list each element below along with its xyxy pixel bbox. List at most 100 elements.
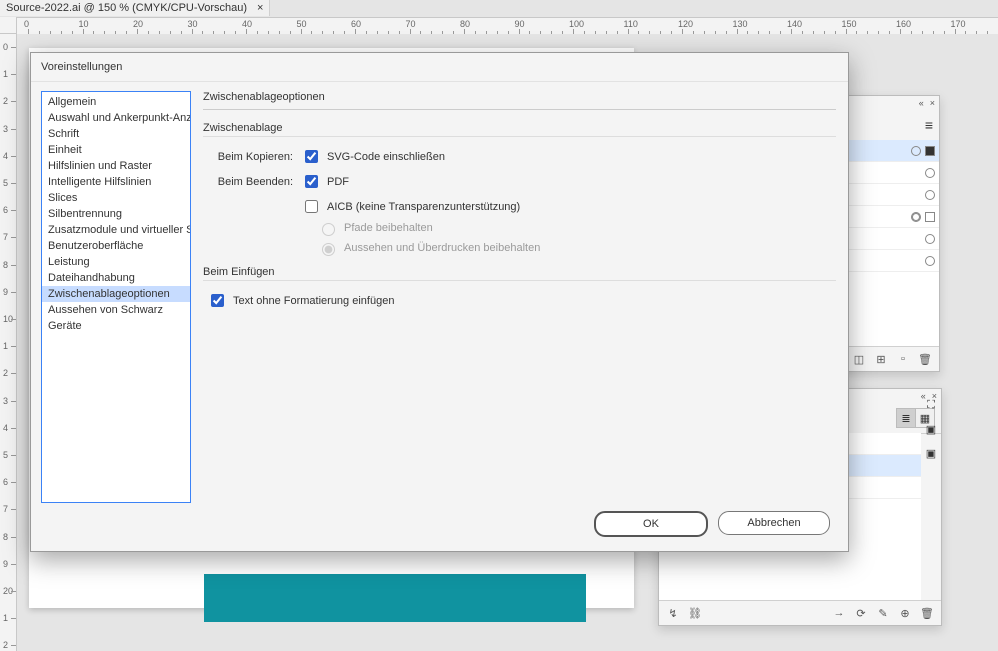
svg-code-checkbox[interactable]: SVG-Code einschließen (301, 147, 445, 166)
new-sublayer-icon[interactable]: ⊞ (875, 353, 887, 365)
ok-button[interactable]: OK (594, 511, 708, 537)
category-item[interactable]: Geräte (42, 318, 190, 334)
document-tab-title: Source-2022.ai @ 150 % (CMYK/CPU-Vorscha… (6, 0, 247, 16)
ruler-number: 160 (896, 19, 911, 29)
svg-code-checkbox-label: SVG-Code einschließen (327, 151, 445, 163)
category-list[interactable]: AllgemeinAuswahl und Ankerpunkt-AnzeigeS… (41, 91, 191, 503)
pdf-checkbox-input[interactable] (305, 175, 318, 188)
svg-code-checkbox-input[interactable] (305, 150, 318, 163)
go-to-link-icon[interactable]: → (833, 607, 845, 619)
paste-plain-checkbox-input[interactable] (211, 294, 224, 307)
document-tab[interactable]: Source-2022.ai @ 150 % (CMYK/CPU-Vorscha… (0, 0, 270, 16)
ruler-number: 120 (678, 19, 693, 29)
ruler-number: 170 (951, 19, 966, 29)
ruler-number: 1 (3, 69, 8, 79)
ruler-number: 50 (297, 19, 307, 29)
horizontal-ruler[interactable]: 0102030405060708090100110120130140150160… (16, 17, 998, 35)
trash-icon[interactable]: 🗑 (921, 607, 933, 619)
image-icon[interactable]: ▣ (925, 447, 937, 459)
make-clip-icon[interactable]: ◫ (853, 353, 865, 365)
ruler-number: 0 (3, 42, 8, 52)
category-item[interactable]: Dateihandhabung (42, 270, 190, 286)
ruler-number: 30 (188, 19, 198, 29)
dialog-buttons: OK Abbrechen (594, 511, 830, 537)
relink-icon[interactable]: ⛓ (689, 607, 701, 619)
ruler-number: 150 (842, 19, 857, 29)
ruler-number: 2 (3, 368, 8, 378)
image-icon[interactable]: ▣ (925, 423, 937, 435)
relink-cc-icon[interactable]: ↯ (667, 607, 679, 619)
pdf-checkbox[interactable]: PDF (301, 172, 349, 191)
preferences-content: Zwischenablageoptionen Zwischenablage Be… (201, 91, 838, 503)
ruler-number: 5 (3, 178, 8, 188)
ruler-number: 40 (242, 19, 252, 29)
ruler-number: 5 (3, 450, 8, 460)
preserve-paths-radio-label: Pfade beibehalten (344, 222, 433, 234)
preserve-appearance-radio: Aussehen und Überdrucken beibehalten (317, 240, 836, 256)
copy-label: Beim Kopieren: (203, 151, 293, 163)
category-item[interactable]: Zusatzmodule und virtueller Speicher (42, 222, 190, 238)
ruler-number: 7 (3, 232, 8, 242)
ruler-number: 8 (3, 532, 8, 542)
ruler-number: 6 (3, 477, 8, 487)
ruler-number: 7 (3, 504, 8, 514)
quit-label: Beim Beenden: (203, 176, 293, 188)
ruler-number: 4 (3, 151, 8, 161)
category-item[interactable]: Einheit (42, 142, 190, 158)
category-item[interactable]: Zwischenablageoptionen (42, 286, 190, 302)
ruler-number: 60 (351, 19, 361, 29)
category-item[interactable]: Leistung (42, 254, 190, 270)
vertical-ruler[interactable]: 01234567891012345678920123 (0, 17, 17, 651)
cancel-button[interactable]: Abbrechen (718, 511, 830, 535)
aicb-checkbox-input[interactable] (305, 200, 318, 213)
ruler-number: 3 (3, 396, 8, 406)
ruler-number: 20 (133, 19, 143, 29)
category-item[interactable]: Schrift (42, 126, 190, 142)
app-root: Source-2022.ai @ 150 % (CMYK/CPU-Vorscha… (0, 0, 998, 651)
ruler-number: 8 (3, 260, 8, 270)
category-item[interactable]: Allgemein (42, 94, 190, 110)
edit-original-icon[interactable]: ✎ (877, 607, 889, 619)
ruler-number: 10 (79, 19, 89, 29)
category-item[interactable]: Intelligente Hilfslinien (42, 174, 190, 190)
close-icon[interactable]: × (257, 0, 263, 16)
trash-icon[interactable]: 🗑 (919, 353, 931, 365)
panel-menu-icon[interactable]: ≡ (925, 117, 933, 133)
category-item[interactable]: Silbentrennung (42, 206, 190, 222)
ruler-number: 130 (733, 19, 748, 29)
unembed-icon[interactable]: ⛶ (925, 399, 937, 411)
preserve-appearance-radio-label: Aussehen und Überdrucken beibehalten (344, 242, 540, 254)
category-item[interactable]: Hilfslinien und Raster (42, 158, 190, 174)
panel-collapse-icon[interactable]: « (919, 98, 924, 108)
new-layer-icon[interactable]: ▫ (897, 353, 909, 365)
group-clipboard-title: Zwischenablage (203, 122, 836, 137)
ruler-number: 9 (3, 559, 8, 569)
ruler-origin[interactable] (0, 17, 17, 34)
ruler-number: 100 (569, 19, 584, 29)
aicb-checkbox-label: AICB (keine Transparenzunterstützung) (327, 201, 520, 213)
update-link-icon[interactable]: ⟳ (855, 607, 867, 619)
aicb-checkbox[interactable]: AICB (keine Transparenzunterstützung) (301, 197, 520, 216)
aicb-radio-group: Pfade beibehalten Aussehen und Überdruck… (317, 220, 836, 256)
links-side-icons: ⛶ ▣ ▣ (923, 389, 939, 625)
category-item[interactable]: Slices (42, 190, 190, 206)
ruler-number: 1 (3, 613, 8, 623)
ruler-number: 9 (3, 287, 8, 297)
view-list-icon[interactable]: ≣ (896, 408, 916, 428)
pdf-checkbox-label: PDF (327, 176, 349, 188)
embed-icon[interactable]: ⊕ (899, 607, 911, 619)
ruler-number: 140 (787, 19, 802, 29)
links-panel-footer: ↯ ⛓ → ⟳ ✎ ⊕ 🗑 (659, 600, 941, 625)
preserve-paths-radio-input (322, 223, 335, 236)
preferences-dialog: Voreinstellungen AllgemeinAuswahl und An… (30, 52, 849, 552)
category-item[interactable]: Auswahl und Ankerpunkt-Anzeige (42, 110, 190, 126)
close-icon[interactable]: × (930, 98, 935, 108)
ruler-number: 2 (3, 640, 8, 650)
document-tabbar: Source-2022.ai @ 150 % (CMYK/CPU-Vorscha… (0, 0, 998, 16)
ruler-number: 80 (460, 19, 470, 29)
paste-plain-checkbox[interactable]: Text ohne Formatierung einfügen (207, 291, 394, 310)
shape-rectangle[interactable] (204, 574, 586, 622)
category-item[interactable]: Benutzeroberfläche (42, 238, 190, 254)
ruler-number: 0 (24, 19, 29, 29)
category-item[interactable]: Aussehen von Schwarz (42, 302, 190, 318)
